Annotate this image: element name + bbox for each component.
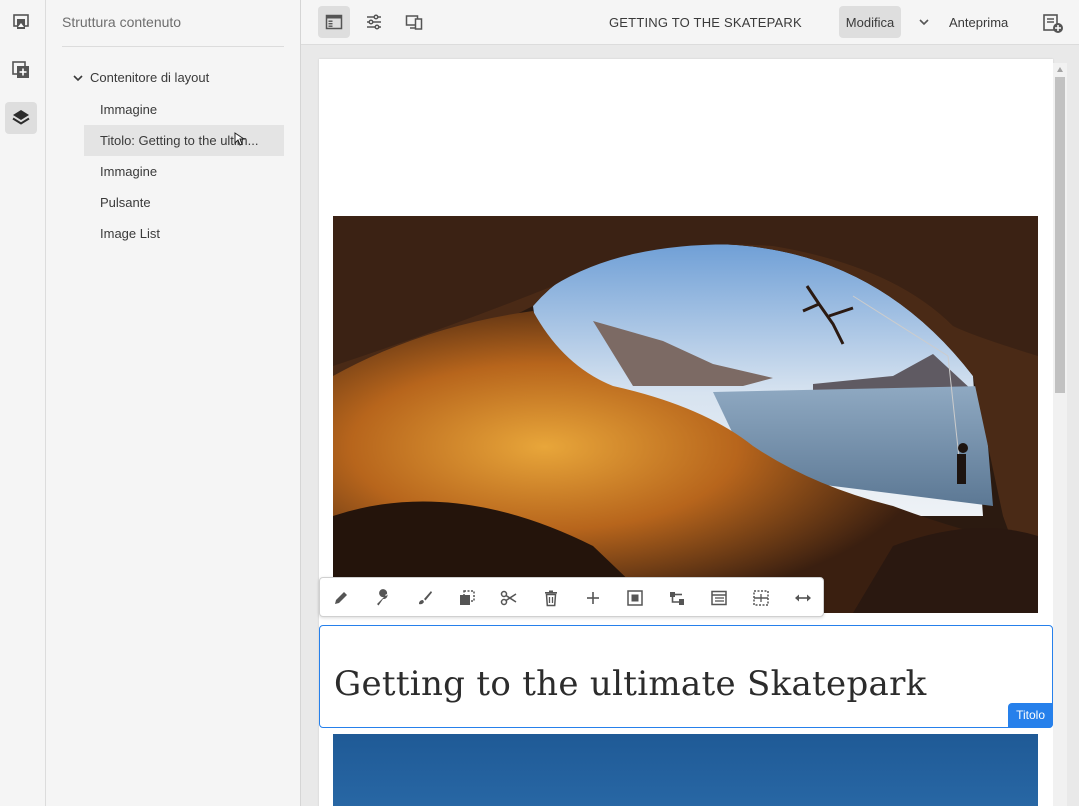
insert-icon: [753, 590, 769, 606]
title-component[interactable]: Getting to the ultimate Skatepark Titolo: [319, 625, 1053, 728]
tree-item-image-list[interactable]: Image List: [84, 218, 284, 249]
chevron-down-icon: [73, 74, 83, 81]
group-icon: [627, 590, 643, 606]
layout-icon: [711, 590, 727, 606]
insert-paragraph-button[interactable]: [750, 587, 772, 609]
panel-title: Struttura contenuto: [62, 14, 182, 30]
scissors-icon: [500, 590, 517, 606]
hero-image[interactable]: [333, 216, 1038, 613]
plus-icon: [587, 592, 599, 604]
divider: [62, 46, 284, 47]
tree-item-image[interactable]: Immagine: [84, 156, 284, 187]
page-title: GETTING TO THE SKATEPARK: [609, 15, 802, 30]
sliders-icon: [367, 14, 381, 30]
side-panel-icon: [325, 14, 343, 30]
page-properties-button[interactable]: [358, 6, 390, 38]
tree-item-title[interactable]: Titolo: Getting to the ultim...: [84, 125, 284, 156]
mode-dropdown-button[interactable]: [913, 12, 935, 32]
resize-button[interactable]: [792, 587, 814, 609]
editor-toolbar: GETTING TO THE SKATEPARK Modifica Antepr…: [301, 0, 1079, 45]
scroll-up-icon[interactable]: [1056, 66, 1064, 74]
scrollbar-thumb[interactable]: [1055, 77, 1065, 393]
component-edit-toolbar: [319, 577, 824, 617]
layout-button[interactable]: [708, 587, 730, 609]
content-tree-icon: [12, 110, 30, 125]
style-button[interactable]: [414, 587, 436, 609]
delete-button[interactable]: [540, 587, 562, 609]
publish-page-icon[interactable]: [1042, 12, 1064, 34]
copy-button[interactable]: [456, 587, 478, 609]
content-tree-button[interactable]: [5, 102, 37, 134]
preview-button[interactable]: Anteprima: [949, 15, 1008, 30]
insert-component-button[interactable]: [582, 587, 604, 609]
tree-root-label: Contenitore di layout: [90, 70, 210, 85]
devices-icon: [405, 15, 423, 30]
page-frame: Getting to the ultimate Skatepark Titolo: [319, 59, 1053, 806]
tree-root-layout-container[interactable]: Contenitore di layout: [72, 70, 209, 85]
assets-button[interactable]: [5, 6, 37, 38]
trash-icon: [545, 590, 557, 607]
tree-item-image[interactable]: Immagine: [84, 94, 284, 125]
wrench-icon: [377, 589, 388, 606]
cave-climber-image: [333, 216, 1038, 613]
components-button[interactable]: [5, 54, 37, 86]
tree-item-button[interactable]: Pulsante: [84, 187, 284, 218]
editor-canvas: Getting to the ultimate Skatepark Titolo: [301, 45, 1079, 806]
copy-icon: [460, 590, 475, 605]
select-parent-button[interactable]: [666, 587, 688, 609]
side-rail: [0, 0, 46, 806]
page-heading: Getting to the ultimate Skatepark: [334, 664, 927, 704]
configure-button[interactable]: [372, 587, 394, 609]
parent-icon: [670, 592, 684, 605]
components-icon: [12, 61, 29, 78]
cut-button[interactable]: [498, 587, 520, 609]
edit-mode-button[interactable]: Modifica: [839, 6, 901, 38]
toggle-side-panel-button[interactable]: [318, 6, 350, 38]
content-tree-panel: Struttura contenuto Contenitore di layou…: [46, 0, 301, 806]
chevron-down-icon: [919, 19, 929, 26]
group-button[interactable]: [624, 587, 646, 609]
mouse-cursor-icon: [234, 132, 246, 146]
assets-icon: [13, 14, 29, 29]
pencil-icon: [335, 592, 347, 604]
component-type-badge: Titolo: [1008, 703, 1053, 728]
emulator-button[interactable]: [398, 6, 430, 38]
brush-icon: [419, 591, 432, 605]
canvas-scrollbar[interactable]: [1053, 63, 1067, 806]
second-image[interactable]: [333, 734, 1038, 806]
edit-button[interactable]: [330, 587, 352, 609]
resize-icon: [795, 594, 811, 602]
